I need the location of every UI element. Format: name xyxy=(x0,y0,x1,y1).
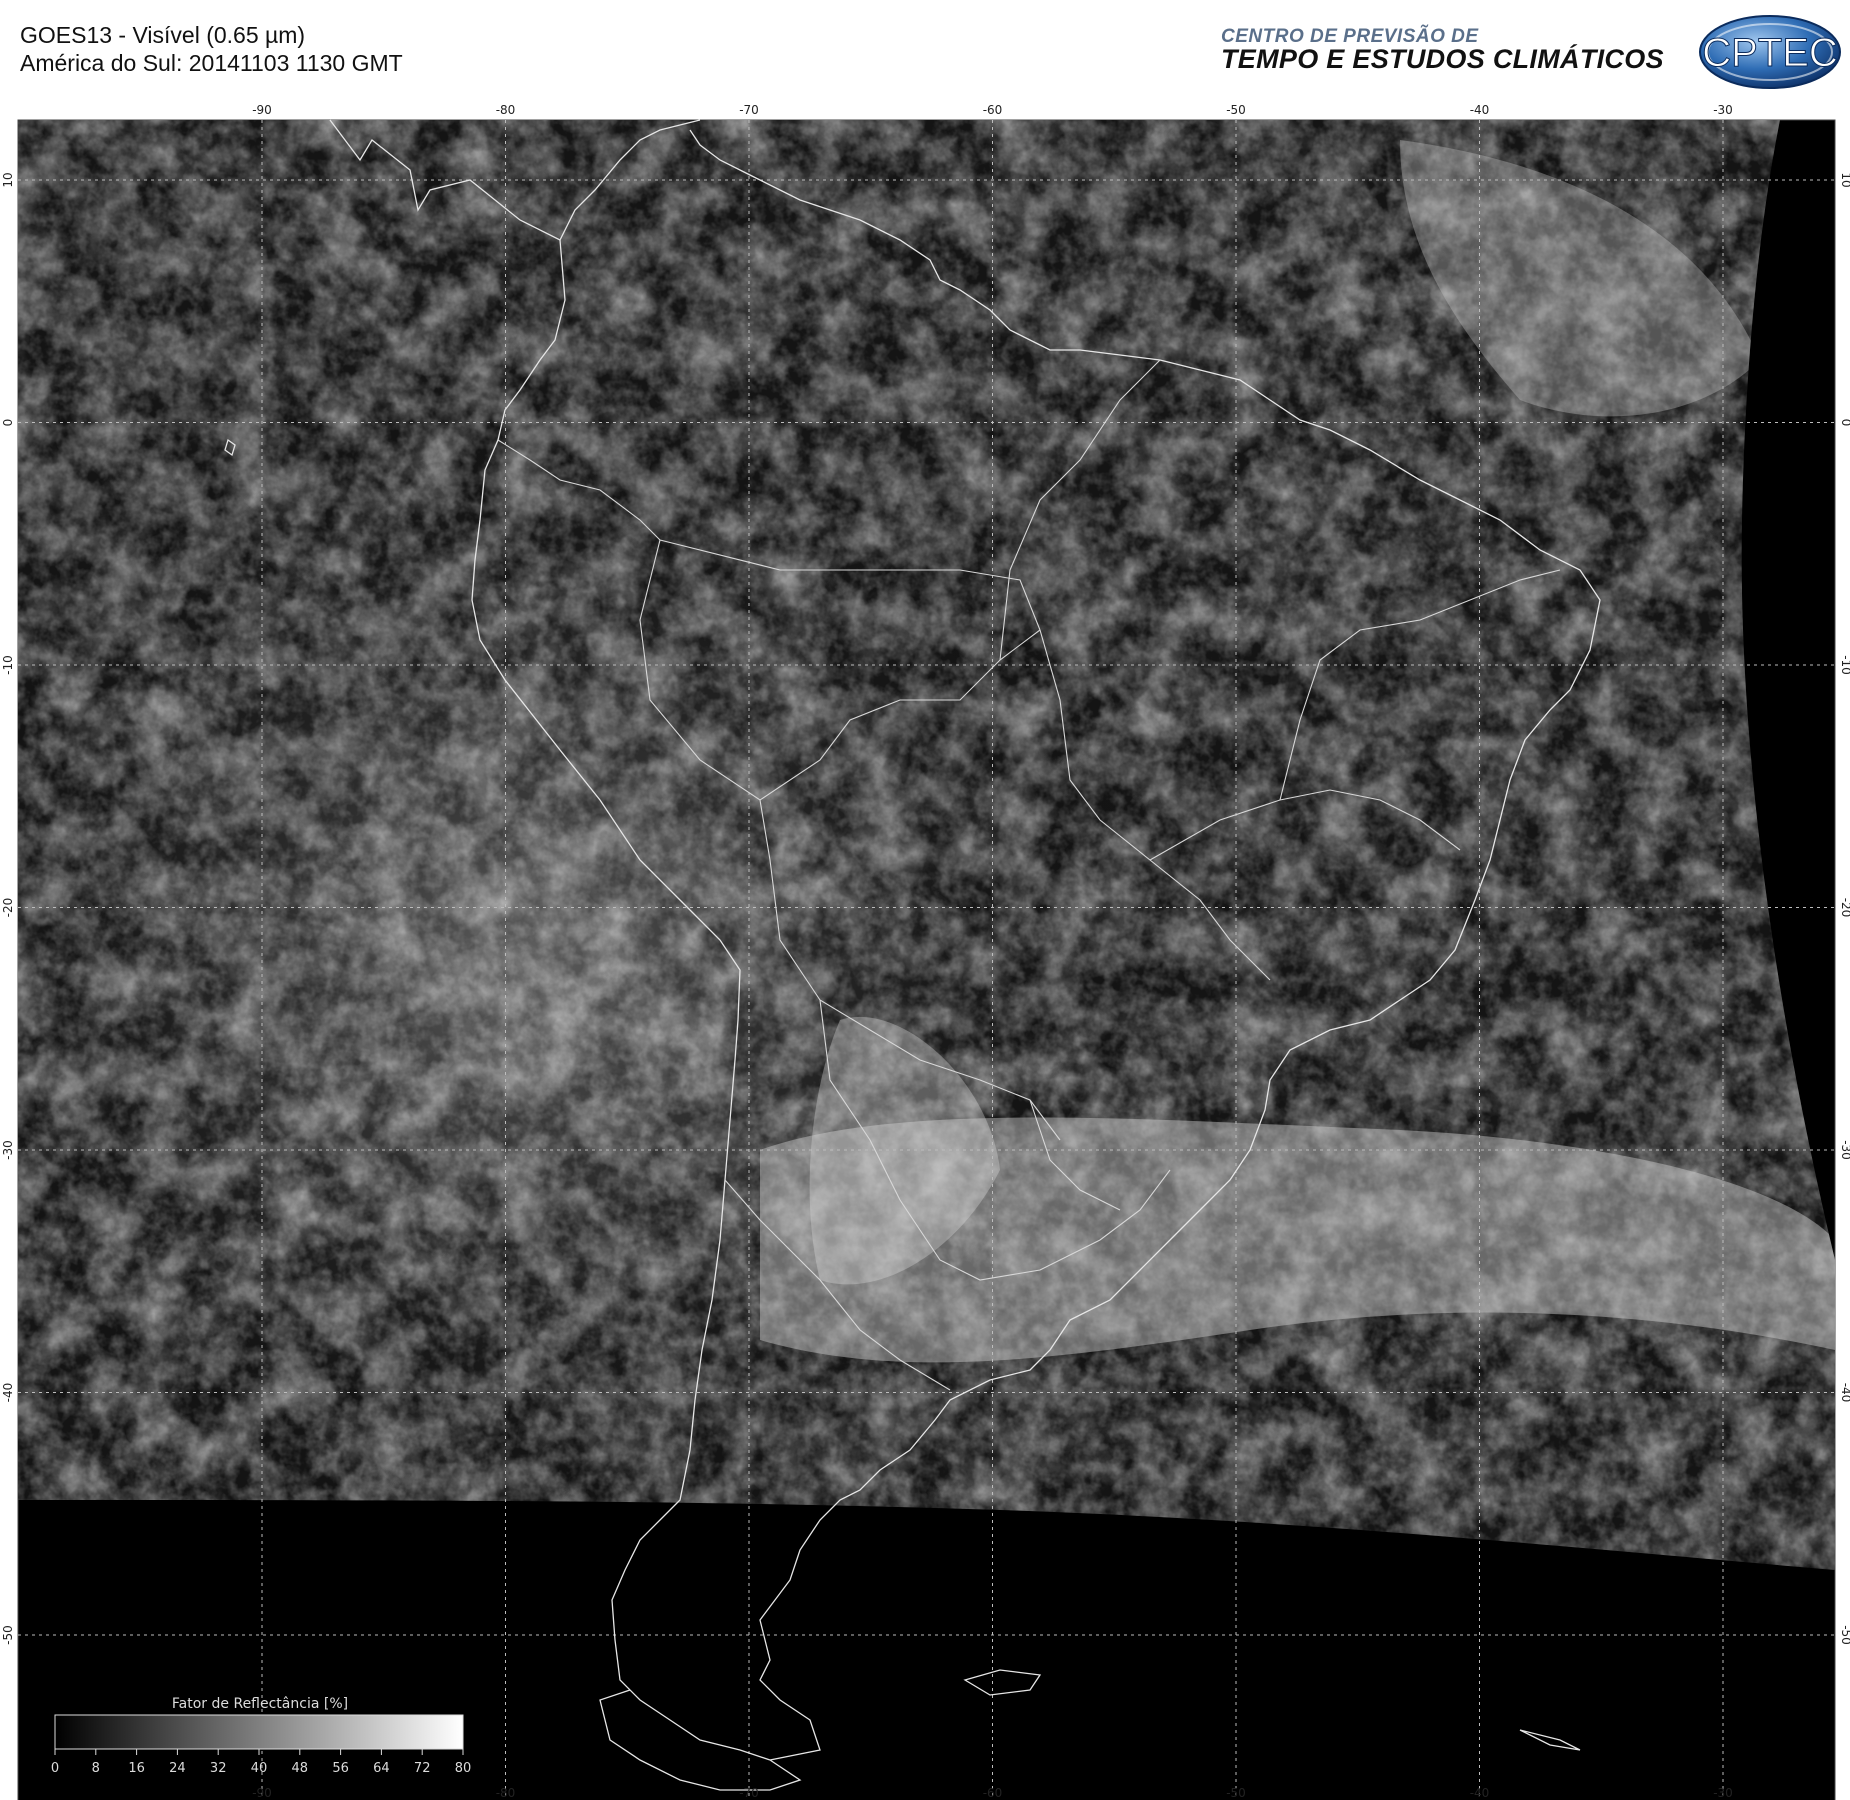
logo-text: CPTEC xyxy=(1702,31,1838,75)
lat-label-left: -30 xyxy=(1,1140,15,1160)
lat-label-left: 0 xyxy=(1,419,15,427)
lat-label-right: 10 xyxy=(1839,172,1850,187)
lon-label-bottom: -60 xyxy=(983,1786,1003,1800)
region-datetime: América do Sul: 20141103 1130 GMT xyxy=(20,50,403,76)
lon-label-top: -70 xyxy=(739,103,759,117)
colorbar-tick-label: 32 xyxy=(210,1761,227,1776)
colorbar-tick-label: 80 xyxy=(455,1761,472,1776)
lon-label-bottom: -90 xyxy=(252,1786,272,1800)
lat-label-left: -50 xyxy=(1,1625,15,1645)
colorbar-tick-label: 48 xyxy=(292,1761,309,1776)
lat-label-right: 0 xyxy=(1839,419,1850,427)
lon-label-top: -30 xyxy=(1713,103,1733,117)
longitude-labels-top: -90 -80 -70 -60 -50 -40 -30 xyxy=(252,103,1733,117)
lon-label-top: -50 xyxy=(1226,103,1246,117)
latitude-labels-left: 10 0 -10 -20 -30 -40 -50 xyxy=(1,172,15,1644)
lon-label-top: -80 xyxy=(496,103,516,117)
colorbar-tick-label: 24 xyxy=(169,1761,186,1776)
lon-label-bottom: -70 xyxy=(739,1786,759,1800)
lon-label-top: -40 xyxy=(1470,103,1490,117)
lat-label-right: -10 xyxy=(1839,655,1850,675)
lat-label-right: -30 xyxy=(1839,1140,1850,1160)
header: GOES13 - Visível (0.65 µm) América do Su… xyxy=(0,0,1850,100)
colorbar-tick-label: 0 xyxy=(51,1761,59,1776)
lon-label-top: -90 xyxy=(252,103,272,117)
org-name-line2: TEMPO E ESTUDOS CLIMÁTICOS xyxy=(1221,44,1664,74)
lon-label-bottom: -80 xyxy=(496,1786,516,1800)
product-title: GOES13 - Visível (0.65 µm) xyxy=(20,22,306,48)
lon-label-top: -60 xyxy=(983,103,1003,117)
lat-label-left: -20 xyxy=(1,898,15,918)
colorbar-tick-label: 40 xyxy=(251,1761,268,1776)
colorbar-title: Fator de Reflectância [%] xyxy=(172,1696,348,1712)
satellite-map: -90 -80 -70 -60 -50 -40 -30 -90 -80 -70 -60 -50 -40… xyxy=(0,100,1850,1800)
cptec-logo: CPTEC xyxy=(1699,15,1841,89)
lat-label-left: -40 xyxy=(1,1383,15,1403)
colorbar-tick-label: 56 xyxy=(332,1761,349,1776)
colorbar-tick-label: 16 xyxy=(128,1761,145,1776)
colorbar-tick-label: 64 xyxy=(373,1761,390,1776)
lat-label-left: -10 xyxy=(1,655,15,675)
latitude-labels-right: 10 0 -10 -20 -30 -40 -50 xyxy=(1839,172,1850,1644)
lon-label-bottom: -40 xyxy=(1470,1786,1490,1800)
colorbar-tick-label: 72 xyxy=(414,1761,431,1776)
lat-label-right: -20 xyxy=(1839,898,1850,918)
lat-label-right: -40 xyxy=(1839,1383,1850,1403)
lon-label-bottom: -50 xyxy=(1226,1786,1246,1800)
colorbar-gradient xyxy=(54,1714,464,1750)
colorbar-tick-label: 8 xyxy=(92,1761,100,1776)
lat-label-right: -50 xyxy=(1839,1625,1850,1645)
lat-label-left: 10 xyxy=(1,172,15,187)
lon-label-bottom: -30 xyxy=(1713,1786,1733,1800)
